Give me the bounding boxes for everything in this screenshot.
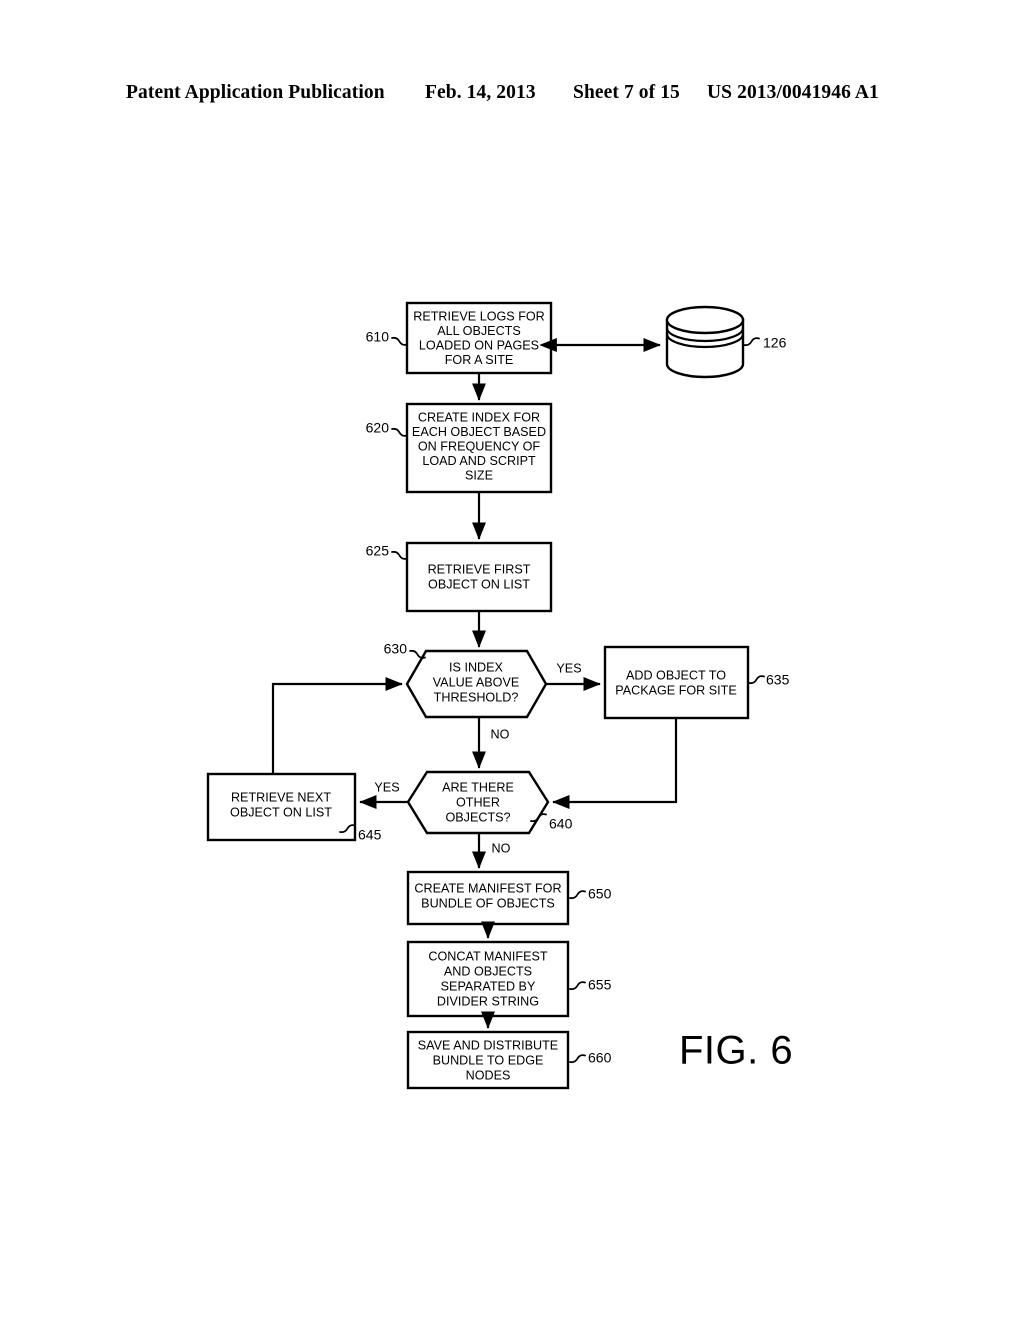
connector-645-630-feedback bbox=[271, 676, 403, 774]
branch-label-no-630: NO bbox=[491, 727, 510, 741]
node-660: SAVE AND DISTRIBUTE BUNDLE TO EDGE NODES… bbox=[406, 1030, 612, 1090]
branch-label-yes-630: YES bbox=[556, 661, 581, 675]
node-610: RETRIEVE LOGS FOR ALL OBJECTS LOADED ON … bbox=[366, 301, 553, 375]
node-625-line-0: RETRIEVE FIRST bbox=[428, 562, 531, 576]
node-630-line-0: IS INDEX bbox=[449, 660, 503, 674]
node-610-line-1: ALL OBJECTS bbox=[437, 324, 521, 338]
node-655-line-3: DIVIDER STRING bbox=[437, 994, 539, 1008]
node-625-line-1: OBJECT ON LIST bbox=[428, 577, 530, 591]
node-650-ref: 650 bbox=[588, 886, 612, 902]
node-640: ARE THERE OTHER OBJECTS? 640 bbox=[406, 770, 573, 835]
connector-635-640 bbox=[552, 718, 678, 810]
patent-figure-page: Patent Application Publication Feb. 14, … bbox=[0, 0, 1024, 1320]
node-645-ref: 645 bbox=[358, 827, 382, 843]
node-650-leader bbox=[569, 890, 586, 900]
node-655-line-0: CONCAT MANIFEST bbox=[428, 949, 547, 963]
node-630-line-2: THRESHOLD? bbox=[434, 690, 519, 704]
node-database-126: 126 bbox=[665, 305, 787, 379]
branch-label-yes-640: YES bbox=[374, 780, 399, 794]
node-630-line-1: VALUE ABOVE bbox=[433, 675, 520, 689]
node-640-line-1: OTHER bbox=[456, 795, 500, 809]
node-635: ADD OBJECT TO PACKAGE FOR SITE 635 bbox=[603, 645, 790, 720]
figure-label: FIG. 6 bbox=[679, 1029, 793, 1073]
node-620-line-4: SIZE bbox=[465, 468, 493, 482]
node-610-line-2: LOADED ON PAGES bbox=[419, 338, 539, 352]
database-cylinder-top bbox=[665, 305, 745, 335]
node-610-line-0: RETRIEVE LOGS FOR bbox=[413, 309, 545, 323]
node-650-line-1: BUNDLE OF OBJECTS bbox=[421, 896, 555, 910]
node-660-leader bbox=[569, 1054, 586, 1064]
node-625: RETRIEVE FIRST OBJECT ON LIST 625 bbox=[366, 541, 553, 613]
node-620-line-0: CREATE INDEX FOR bbox=[418, 410, 540, 424]
node-645: RETRIEVE NEXT OBJECT ON LIST 645 bbox=[206, 772, 382, 843]
node-610-ref: 610 bbox=[366, 329, 390, 345]
figure-6-flowchart: RETRIEVE LOGS FOR ALL OBJECTS LOADED ON … bbox=[0, 0, 1024, 1320]
node-630: IS INDEX VALUE ABOVE THRESHOLD? 630 bbox=[384, 641, 548, 719]
node-610-leader bbox=[391, 336, 408, 346]
node-620-line-3: LOAD AND SCRIPT bbox=[422, 454, 536, 468]
node-650: CREATE MANIFEST FOR BUNDLE OF OBJECTS 65… bbox=[406, 870, 612, 926]
node-126-ref: 126 bbox=[763, 335, 787, 351]
node-620-ref: 620 bbox=[366, 420, 390, 436]
node-620-leader bbox=[391, 427, 408, 437]
node-620-line-1: EACH OBJECT BASED bbox=[412, 425, 546, 439]
node-620-line-2: ON FREQUENCY OF bbox=[418, 439, 541, 453]
node-635-line-1: PACKAGE FOR SITE bbox=[615, 683, 737, 697]
node-655-line-1: AND OBJECTS bbox=[444, 964, 532, 978]
node-640-ref: 640 bbox=[549, 816, 573, 832]
node-625-leader bbox=[391, 550, 408, 560]
node-655-line-2: SEPARATED BY bbox=[441, 979, 536, 993]
node-610-line-3: FOR A SITE bbox=[445, 353, 514, 367]
node-630-ref: 630 bbox=[384, 641, 408, 657]
node-655-leader bbox=[569, 981, 586, 991]
node-645-line-1: OBJECT ON LIST bbox=[230, 805, 332, 819]
node-660-ref: 660 bbox=[588, 1050, 612, 1066]
node-655-ref: 655 bbox=[588, 977, 612, 993]
branch-label-no-640: NO bbox=[492, 841, 511, 855]
node-660-line-0: SAVE AND DISTRIBUTE bbox=[418, 1038, 558, 1052]
node-660-line-2: NODES bbox=[466, 1068, 511, 1082]
node-645-line-0: RETRIEVE NEXT bbox=[231, 790, 331, 804]
node-620: CREATE INDEX FOR EACH OBJECT BASED ON FR… bbox=[366, 402, 553, 494]
node-655: CONCAT MANIFEST AND OBJECTS SEPARATED BY… bbox=[406, 940, 612, 1018]
node-660-line-1: BUNDLE TO EDGE bbox=[433, 1053, 544, 1067]
node-635-ref: 635 bbox=[766, 672, 790, 688]
node-625-ref: 625 bbox=[366, 543, 390, 559]
node-640-line-0: ARE THERE bbox=[442, 780, 514, 794]
node-635-line-0: ADD OBJECT TO bbox=[626, 668, 726, 682]
node-126-leader bbox=[743, 337, 760, 347]
node-650-line-0: CREATE MANIFEST FOR bbox=[414, 881, 561, 895]
node-635-leader bbox=[748, 675, 765, 685]
node-640-line-2: OBJECTS? bbox=[445, 810, 510, 824]
